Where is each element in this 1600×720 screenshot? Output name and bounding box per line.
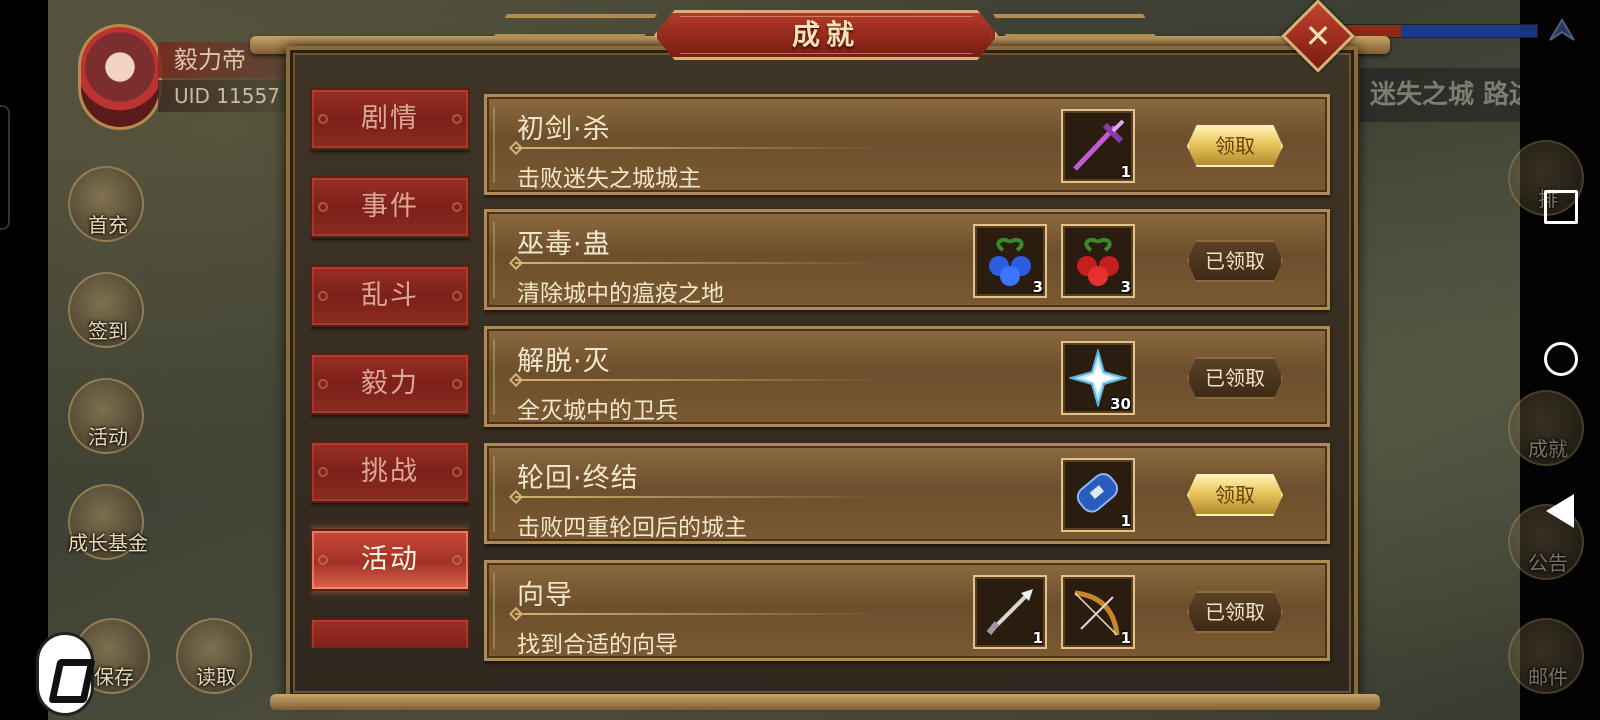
- tab-ornament-icon: [318, 291, 328, 301]
- sign-in-label: 签到: [88, 319, 128, 343]
- claimed-button[interactable]: 已领取: [1187, 240, 1283, 282]
- reward-count: 1: [1120, 629, 1131, 647]
- panel-bottom-border: [270, 694, 1380, 710]
- tab-ornament-icon: [452, 379, 462, 389]
- arrow-icon: [986, 589, 1033, 635]
- blue-scroll-icon: [1076, 473, 1119, 513]
- achievement-row: 解脱·灭 全灭城中的卫兵 30 已领取: [484, 326, 1330, 427]
- tab-perseverance[interactable]: 毅力: [310, 353, 470, 415]
- achievement-description: 找到合适的向导: [517, 632, 678, 658]
- reward-count: 3: [1032, 278, 1043, 296]
- tab-ornament-icon: [452, 202, 462, 212]
- claim-button[interactable]: 领取: [1187, 474, 1283, 516]
- reward-slot[interactable]: 1: [1061, 575, 1135, 649]
- tab-label: 活动: [361, 544, 419, 575]
- achievement-description: 击败四重轮回后的城主: [517, 515, 747, 541]
- reward-slot[interactable]: 3: [973, 224, 1047, 298]
- tab-ornament-icon: [452, 291, 462, 301]
- tab-ornament-icon: [318, 467, 328, 477]
- event-button[interactable]: 活动: [68, 378, 144, 454]
- device-notch: [0, 105, 10, 230]
- red-berry-icon: [1077, 237, 1119, 286]
- tab-label: 剧情: [361, 103, 419, 134]
- reward-count: 30: [1110, 395, 1131, 413]
- tab-ornament-icon: [452, 555, 462, 565]
- title-divider: [515, 379, 885, 381]
- achievement-row: 轮回·终结 击败四重轮回后的城主 1 领取: [484, 443, 1330, 544]
- sign-in-button[interactable]: 签到: [68, 272, 144, 348]
- reward-slot[interactable]: 1: [1061, 109, 1135, 183]
- tab-next-partial[interactable]: [310, 618, 470, 648]
- location-label: 迷失之城 路边: [1360, 68, 1520, 122]
- achievement-description: 全灭城中的卫兵: [517, 398, 678, 424]
- reward-count: 1: [1120, 512, 1131, 530]
- tab-ornament-icon: [318, 202, 328, 212]
- tab-ornament-icon: [318, 379, 328, 389]
- screen-left-edge: [0, 0, 48, 720]
- claimed-button[interactable]: 已领取: [1187, 591, 1283, 633]
- claim-button[interactable]: 领取: [1187, 125, 1283, 167]
- first-recharge-button[interactable]: 首充: [68, 166, 144, 242]
- tab-label: 挑战: [361, 456, 419, 487]
- tab-event[interactable]: 事件: [310, 176, 470, 238]
- title-divider: [515, 613, 885, 615]
- floating-assistant-button[interactable]: [36, 632, 94, 716]
- achievement-title: 巫毒·蛊: [517, 229, 611, 260]
- tab-ornament-icon: [318, 114, 328, 124]
- back-icon[interactable]: [1546, 494, 1574, 528]
- load-button[interactable]: 读取: [176, 618, 252, 694]
- achievement-description: 清除城中的瘟疫之地: [517, 281, 724, 307]
- reward-count: 1: [1032, 629, 1043, 647]
- blue-berry-icon: [989, 237, 1031, 286]
- reward-slot[interactable]: 1: [973, 575, 1047, 649]
- purple-sword-icon: [1073, 119, 1125, 171]
- title-divider: [515, 262, 885, 264]
- recent-apps-icon[interactable]: [1544, 190, 1578, 224]
- reward-slot[interactable]: 3: [1061, 224, 1135, 298]
- achievement-row: 巫毒·蛊 清除城中的瘟疫之地 3 3 已领取: [484, 209, 1330, 310]
- load-label: 读取: [196, 665, 236, 689]
- reward-slot[interactable]: 30: [1061, 341, 1135, 415]
- tab-ornament-icon: [452, 467, 462, 477]
- dialog-title: 成就: [654, 10, 998, 60]
- tab-ornament-icon: [452, 114, 462, 124]
- tab-brawl[interactable]: 乱斗: [310, 265, 470, 327]
- tab-label: 乱斗: [361, 280, 419, 311]
- tab-challenge[interactable]: 挑战: [310, 441, 470, 503]
- achievement-title: 轮回·终结: [517, 463, 639, 494]
- reward-slot[interactable]: 1: [1061, 458, 1135, 532]
- player-avatar[interactable]: [78, 24, 162, 130]
- player-uid: UID 11557: [158, 80, 298, 112]
- achievement-row: 向导 找到合适的向导 1 1 已领取: [484, 560, 1330, 661]
- achievement-title: 向导: [517, 580, 573, 611]
- category-tabs: 剧情 事件 乱斗 毅力 挑战 活动: [310, 88, 470, 648]
- reward-count: 3: [1120, 278, 1131, 296]
- home-icon[interactable]: [1544, 342, 1578, 376]
- event-label: 活动: [88, 425, 128, 449]
- growth-fund-button[interactable]: 成长基金: [68, 484, 148, 560]
- tab-ornament-icon: [318, 555, 328, 565]
- achievement-title: 解脱·灭: [517, 346, 611, 377]
- achievement-row: 初剑·杀 击败迷失之城城主 1 领取: [484, 94, 1330, 195]
- system-nav-bar: [1520, 0, 1600, 720]
- title-divider: [515, 147, 885, 149]
- tab-label: 毅力: [361, 368, 419, 399]
- achievement-list: 初剑·杀 击败迷失之城城主 1 领取 巫毒·蛊 清除城中的瘟疫之地 3 3 已领…: [484, 92, 1334, 666]
- growth-fund-label: 成长基金: [68, 531, 148, 555]
- bow-icon: [1074, 590, 1120, 636]
- achievement-title: 初剑·杀: [517, 114, 611, 145]
- close-icon: ✕: [1304, 17, 1332, 55]
- first-recharge-label: 首充: [88, 213, 128, 237]
- title-ornament-left: [493, 14, 657, 38]
- claimed-button[interactable]: 已领取: [1187, 357, 1283, 399]
- reward-count: 1: [1120, 163, 1131, 181]
- title-ornament-right: [993, 14, 1157, 38]
- tab-activity[interactable]: 活动: [310, 529, 470, 591]
- tab-label: 事件: [361, 191, 419, 222]
- tab-story[interactable]: 剧情: [310, 88, 470, 150]
- title-divider: [515, 496, 885, 498]
- achievement-description: 击败迷失之城城主: [517, 166, 701, 192]
